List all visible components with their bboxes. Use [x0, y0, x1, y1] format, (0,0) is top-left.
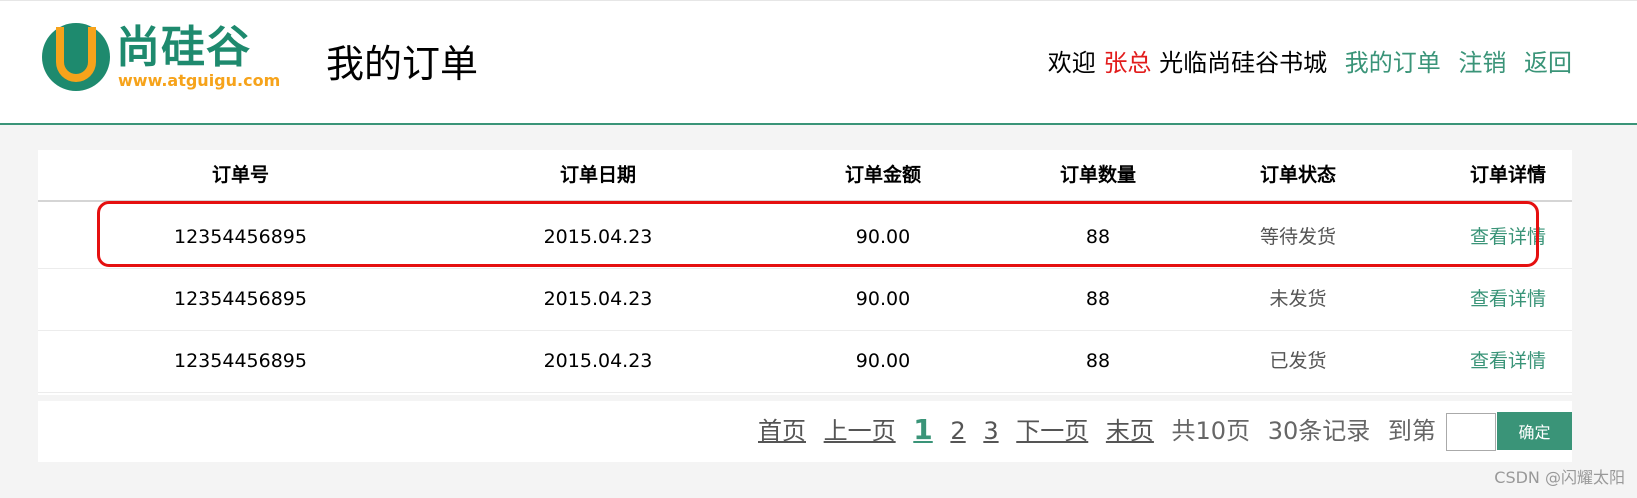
table-row: 12354456895 2015.04.23 90.00 88 等待发货 查看详…: [38, 204, 1572, 269]
column-header-qty: 订单数量: [1059, 164, 1136, 186]
username: 张总: [1103, 49, 1152, 77]
order-date-cell: 2015.04.23: [543, 350, 653, 372]
column-header-status: 订单状态: [1259, 164, 1336, 186]
logo-name: 尚硅谷: [116, 22, 251, 73]
page-title: 我的订单: [326, 42, 479, 86]
column-header-detail: 订单详情: [1469, 164, 1546, 186]
pagination: 首页 上一页 1 2 3 下一页 末页 共10页 30条记录 到第页: [758, 410, 1538, 452]
logo-url: www.atguigu.com: [118, 71, 281, 90]
view-detail-link[interactable]: 查看详情: [1428, 284, 1588, 314]
order-qty-cell: 88: [1085, 226, 1111, 248]
order-date-cell: 2015.04.23: [543, 226, 653, 248]
view-detail-link[interactable]: 查看详情: [1428, 346, 1588, 376]
order-qty-cell: 88: [1085, 350, 1111, 372]
back-link[interactable]: 返回: [1524, 49, 1572, 77]
order-status-cell: 等待发货: [1259, 226, 1336, 248]
last-page-link[interactable]: 末页: [1106, 417, 1154, 445]
confirm-button[interactable]: 确定: [1497, 412, 1572, 450]
logout-link[interactable]: 注销: [1458, 49, 1506, 77]
watermark: CSDN @闪耀太阳: [1494, 468, 1625, 487]
welcome-suffix: 光临尚硅谷书城: [1159, 49, 1328, 77]
logo[interactable]: 尚硅谷 www.atguigu.com: [40, 21, 280, 96]
order-status-cell: 未发货: [1269, 288, 1327, 310]
order-status-cell: 已发货: [1269, 350, 1327, 372]
current-page: 1: [913, 413, 933, 446]
table-row: 12354456895 2015.04.23 90.00 88 已发货 查看详情: [38, 328, 1572, 393]
order-amount-cell: 90.00: [855, 350, 911, 372]
order-amount-cell: 90.00: [855, 226, 911, 248]
order-no-cell: 12354456895: [174, 350, 307, 372]
order-amount-cell: 90.00: [855, 288, 911, 310]
logo-badge-icon: [42, 23, 110, 91]
total-records: 30条记录: [1267, 417, 1371, 445]
next-page-link[interactable]: 下一页: [1016, 417, 1088, 445]
total-pages: 共10页: [1171, 417, 1251, 445]
order-no-cell: 12354456895: [174, 226, 307, 248]
user-nav: 欢迎 张总 光临尚硅谷书城 我的订单 注销 返回: [1048, 45, 1572, 81]
order-date-cell: 2015.04.23: [543, 288, 653, 310]
page-link-2[interactable]: 2: [950, 417, 965, 445]
view-detail-link[interactable]: 查看详情: [1428, 222, 1588, 252]
prev-page-link[interactable]: 上一页: [824, 417, 896, 445]
table-row: 12354456895 2015.04.23 90.00 88 未发货 查看详情: [38, 266, 1572, 331]
column-header-date: 订单日期: [559, 164, 636, 186]
goto-prefix: 到第: [1387, 417, 1436, 445]
page-number-input[interactable]: [1445, 413, 1496, 451]
first-page-link[interactable]: 首页: [758, 417, 806, 445]
order-no-cell: 12354456895: [174, 288, 307, 310]
column-header-order-no: 订单号: [211, 164, 269, 186]
welcome-prefix: 欢迎: [1047, 49, 1096, 77]
order-qty-cell: 88: [1085, 288, 1111, 310]
table-header: 订单号 订单日期 订单金额 订单数量 订单状态 订单详情: [38, 150, 1572, 202]
my-orders-link[interactable]: 我的订单: [1345, 49, 1441, 77]
header: 尚硅谷 www.atguigu.com 我的订单 欢迎 张总 光临尚硅谷书城 我…: [0, 0, 1637, 125]
column-header-amount: 订单金额: [844, 164, 921, 186]
page-link-3[interactable]: 3: [983, 417, 998, 445]
